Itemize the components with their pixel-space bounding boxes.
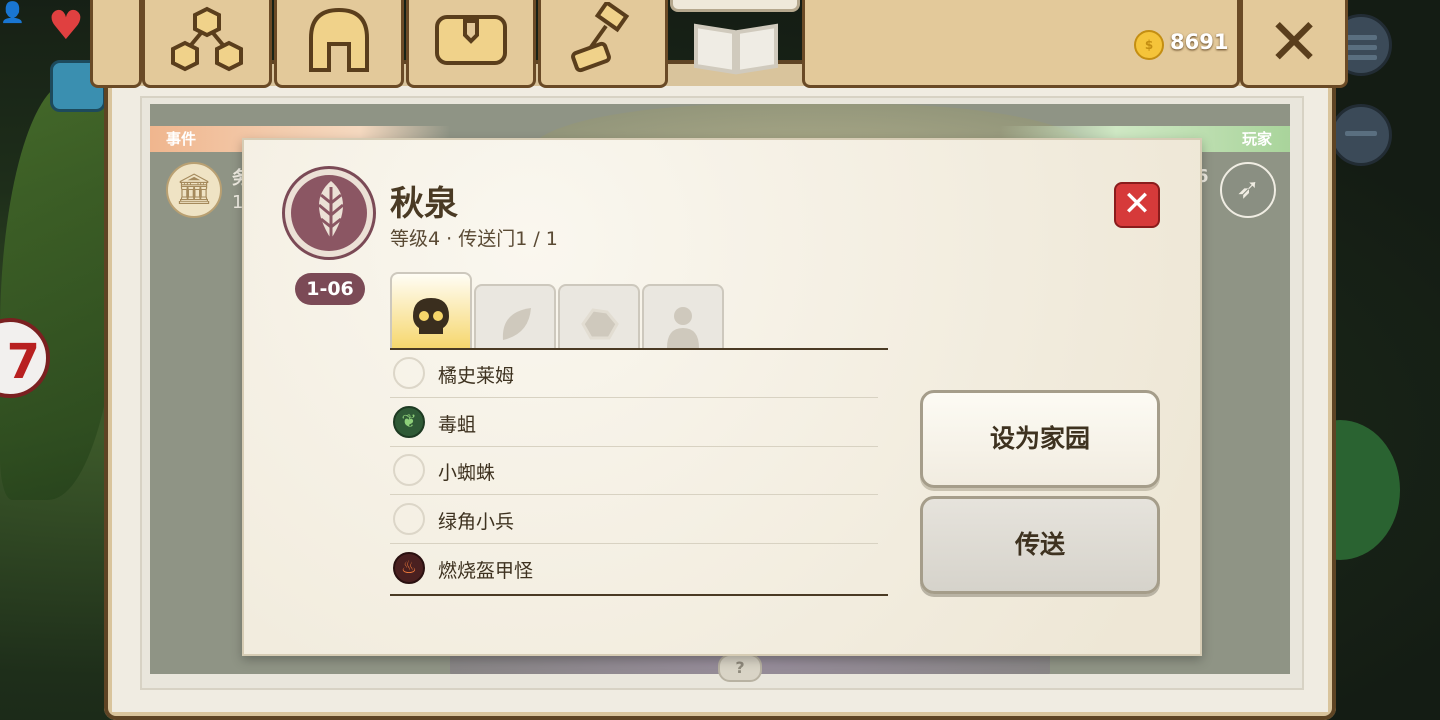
zone-emblem [282, 166, 376, 260]
events-label: 事件 [166, 130, 197, 148]
tab-inventory[interactable] [406, 0, 536, 88]
skill-tree-icon [167, 3, 247, 82]
zone-title: 秋泉 [390, 184, 458, 224]
tab-crafting[interactable] [538, 0, 668, 88]
tab-bar-edge [90, 0, 142, 88]
map-book-icon [690, 18, 782, 76]
crafting-hammer-icon [566, 0, 640, 83]
monster-name: 绿角小兵 [438, 511, 515, 533]
close-window-button[interactable]: ✕ [1240, 0, 1348, 88]
leaf-icon [476, 304, 554, 350]
leaf-icon [318, 181, 344, 247]
coin-amount: 8691 [1170, 30, 1229, 54]
tab-map[interactable] [670, 0, 800, 12]
poison-leaf-icon: ❦ [393, 406, 425, 438]
tab-skill-tree[interactable] [142, 0, 272, 88]
zone-subtitle: 等级4 · 传送门1 / 1 [390, 228, 558, 250]
help-icon[interactable]: ? [718, 654, 762, 682]
heart-icon: ♥ [48, 3, 84, 49]
helmet-icon [301, 4, 377, 81]
list-divider [390, 594, 888, 596]
gold-coin-icon: $ [1134, 30, 1164, 60]
monster-name: 橘史莱姆 [438, 365, 515, 387]
list-item[interactable]: ♨ 燃烧盔甲怪 [390, 544, 878, 592]
set-home-button[interactable]: 设为家园 [920, 390, 1160, 488]
tab-monsters[interactable] [390, 272, 472, 350]
empty-marker-icon [393, 454, 425, 486]
monster-name: 毒蛆 [438, 414, 477, 436]
monster-name: 燃烧盔甲怪 [438, 560, 534, 582]
bow-arrow-icon[interactable]: ➶ [1220, 162, 1276, 218]
skull-icon [392, 294, 470, 344]
empty-marker-icon [393, 503, 425, 535]
list-item[interactable]: 绿角小兵 [390, 495, 878, 544]
players-label: 玩家 [1242, 130, 1273, 148]
tab-equipment[interactable] [274, 0, 404, 88]
monster-name: 小蜘蛛 [438, 462, 496, 484]
treasure-chest-icon [431, 7, 511, 78]
temple-icon[interactable]: 🏛 [166, 162, 222, 218]
close-icon: ✕ [1122, 184, 1152, 224]
tab-npcs[interactable] [642, 284, 724, 350]
hud-side-button[interactable] [1330, 104, 1392, 166]
list-item[interactable]: ❦ 毒蛆 [390, 398, 878, 447]
dialog-close-button[interactable]: ✕ [1114, 182, 1160, 228]
ore-icon [560, 304, 638, 350]
zone-code-badge: 1-06 [295, 273, 365, 305]
close-icon: ✕ [1267, 6, 1321, 80]
teleport-button[interactable]: 传送 [920, 496, 1160, 594]
player-icon: 👤 [0, 0, 25, 24]
list-item[interactable]: 小蜘蛛 [390, 446, 878, 495]
tab-plants[interactable] [474, 284, 556, 350]
fire-icon: ♨ [393, 552, 425, 584]
list-item[interactable]: 橘史莱姆 [390, 349, 878, 398]
tab-ores[interactable] [558, 284, 640, 350]
empty-marker-icon [393, 357, 425, 389]
person-icon [644, 304, 722, 354]
